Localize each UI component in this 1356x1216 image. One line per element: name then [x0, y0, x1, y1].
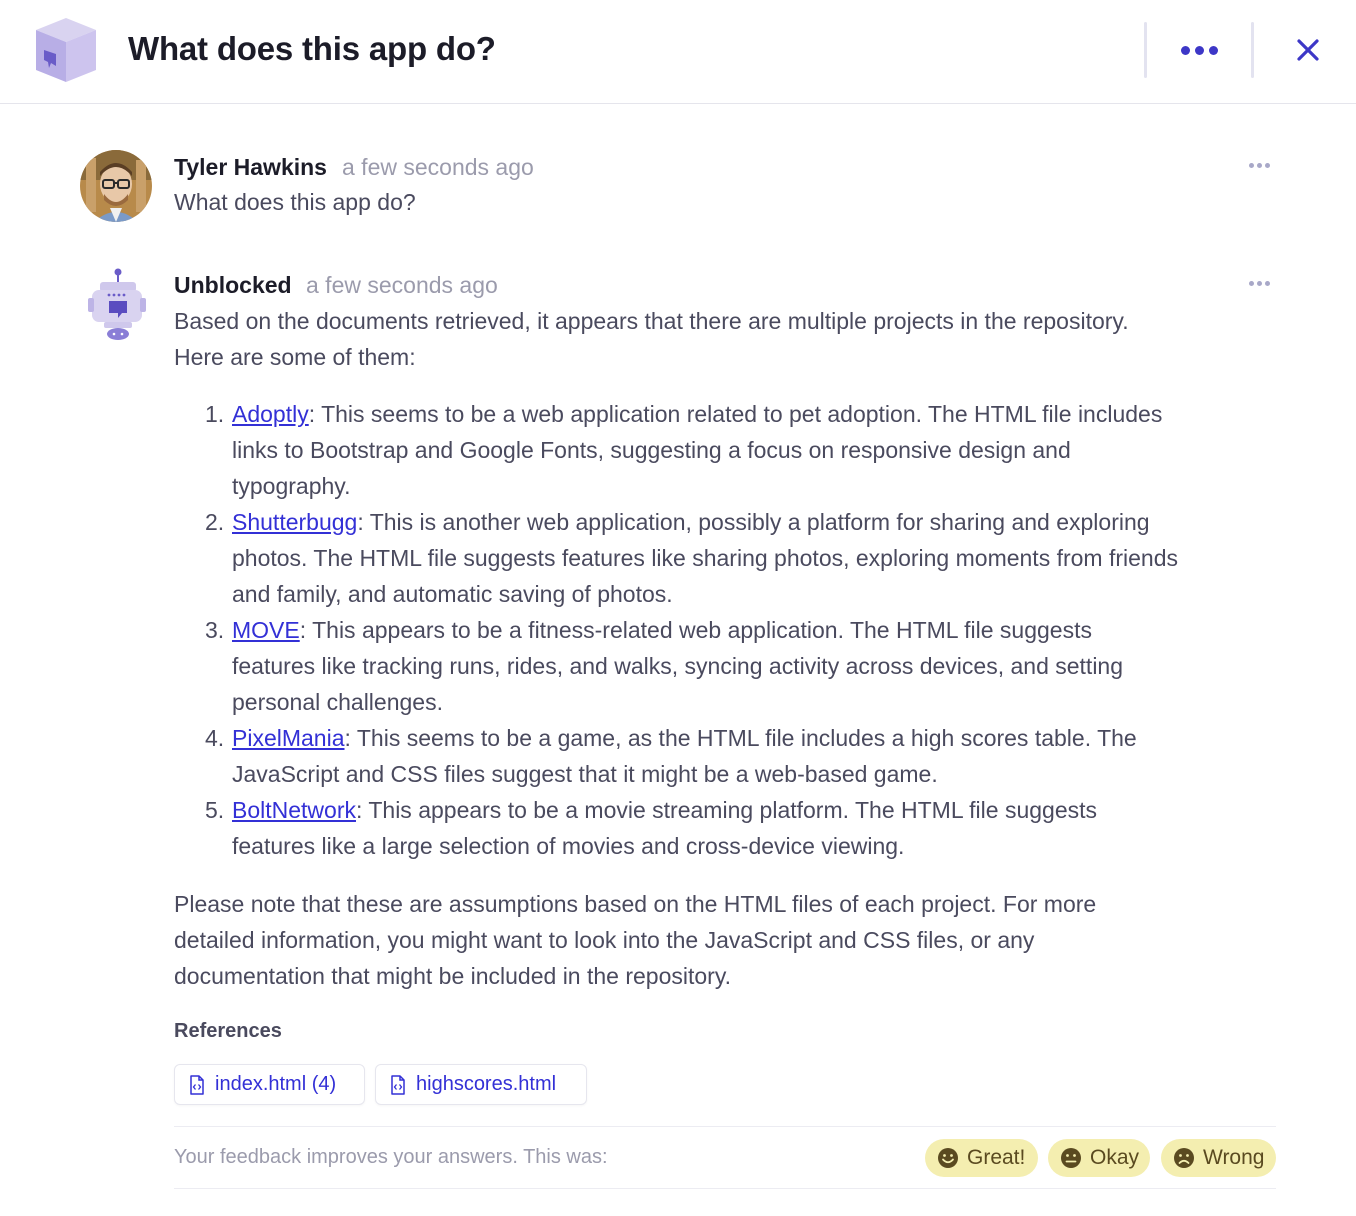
- list-number: 1.: [205, 401, 225, 427]
- list-item: 5. BoltNetwork: This appears to be a mov…: [174, 792, 1284, 864]
- project-list: 1. Adoptly: This seems to be a web appli…: [174, 396, 1284, 864]
- list-number: 5.: [205, 797, 225, 823]
- item-text: and family, and automatic saving of phot…: [232, 581, 673, 607]
- code-file-icon: [190, 1074, 204, 1095]
- close-icon[interactable]: [1290, 32, 1326, 68]
- list-item: 3. MOVE: This appears to be a fitness-re…: [174, 612, 1284, 720]
- item-text: links to Bootstrap and Google Fonts, sug…: [232, 437, 1071, 463]
- project-link[interactable]: Shutterbugg: [232, 509, 357, 535]
- answer-intro-line: Here are some of them:: [174, 344, 416, 370]
- feedback-label: Great!: [967, 1146, 1026, 1169]
- reference-label: highscores.html: [416, 1073, 557, 1095]
- message-author: Tyler Hawkins: [174, 154, 327, 180]
- list-item: 4. PixelMania: This seems to be a game, …: [174, 720, 1284, 792]
- divider: [174, 1188, 1276, 1189]
- reference-chip[interactable]: index.html (4): [174, 1064, 365, 1105]
- reference-chip[interactable]: highscores.html: [375, 1064, 587, 1105]
- project-link[interactable]: MOVE: [232, 617, 300, 643]
- divider: [174, 1126, 1276, 1127]
- message-timestamp: a few seconds ago: [306, 272, 498, 298]
- message-more-icon[interactable]: [1248, 161, 1272, 171]
- answer-note: Please note that these are assumptions b…: [174, 886, 1096, 994]
- reference-label: index.html (4): [215, 1073, 337, 1095]
- feedback-prompt: Your feedback improves your answers. Thi…: [174, 1146, 608, 1168]
- list-number: 2.: [205, 509, 225, 535]
- item-text: features like tracking runs, rides, and …: [232, 653, 1124, 679]
- answer-intro-line: Based on the documents retrieved, it app…: [174, 308, 1129, 334]
- note-line: Please note that these are assumptions b…: [174, 891, 1097, 917]
- item-text: photos. The HTML file suggests features …: [232, 545, 1179, 571]
- project-link[interactable]: Adoptly: [232, 401, 309, 427]
- item-text: features like a large selection of movie…: [232, 833, 905, 859]
- list-number: 4.: [205, 725, 225, 751]
- project-link[interactable]: PixelMania: [232, 725, 345, 751]
- message-more-icon[interactable]: [1248, 279, 1272, 289]
- item-text: : This seems to be a game, as the HTML f…: [344, 725, 1137, 751]
- bot-avatar: [86, 268, 146, 344]
- neutral-face-icon: [1061, 1148, 1081, 1168]
- page-title: What does this app do?: [128, 30, 496, 67]
- feedback-label: Okay: [1090, 1146, 1140, 1169]
- list-number: 3.: [205, 617, 225, 643]
- message-author: Unblocked: [174, 272, 292, 298]
- references-heading: References: [174, 1020, 282, 1042]
- item-text: : This appears to be a fitness-related w…: [299, 617, 1092, 643]
- feedback-okay-button[interactable]: Okay: [1048, 1139, 1150, 1177]
- dialog-header: What does this app do?: [0, 0, 1356, 104]
- item-text: JavaScript and CSS files suggest that it…: [232, 761, 938, 787]
- frown-icon: [1174, 1148, 1194, 1168]
- item-text: : This appears to be a movie streaming p…: [355, 797, 1098, 823]
- list-item: 2. Shutterbugg: This is another web appl…: [174, 504, 1284, 612]
- feedback-label: Wrong: [1203, 1146, 1265, 1169]
- note-line: detailed information, you might want to …: [174, 927, 1035, 953]
- item-text: : This is another web application, possi…: [357, 509, 1150, 535]
- avatar: [80, 150, 152, 222]
- message-timestamp: a few seconds ago: [342, 154, 534, 180]
- item-text: : This seems to be a web application rel…: [308, 401, 1163, 427]
- note-line: documentation that might be included in …: [174, 963, 732, 989]
- item-text: personal challenges.: [232, 689, 443, 715]
- list-item: 1. Adoptly: This seems to be a web appli…: [174, 396, 1284, 504]
- message-text: What does this app do?: [174, 189, 416, 215]
- header-divider: [1251, 22, 1254, 78]
- feedback-great-button[interactable]: Great!: [925, 1139, 1038, 1177]
- item-text: typography.: [232, 473, 351, 499]
- smile-icon: [938, 1148, 958, 1168]
- project-link[interactable]: BoltNetwork: [232, 797, 356, 823]
- feedback-wrong-button[interactable]: Wrong: [1161, 1139, 1276, 1177]
- code-file-icon: [391, 1074, 405, 1095]
- header-divider: [1144, 22, 1147, 78]
- more-horizontal-icon[interactable]: [1176, 36, 1224, 66]
- app-cube-logo: [32, 16, 100, 86]
